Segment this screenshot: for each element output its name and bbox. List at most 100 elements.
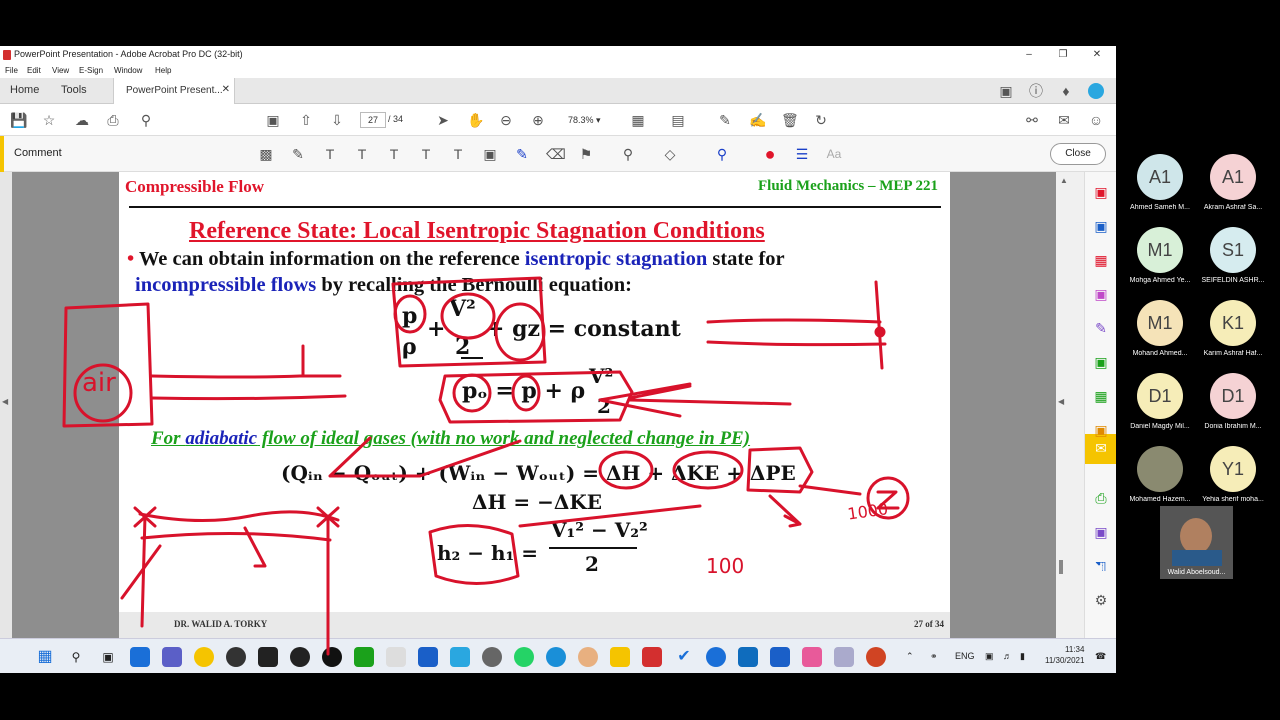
add-text-icon[interactable]: T — [450, 146, 466, 162]
page-number-input[interactable]: 27 — [360, 112, 386, 128]
task-view-icon[interactable]: ▣ — [98, 647, 118, 667]
textbox-icon[interactable]: ▣ — [482, 146, 498, 162]
close-window-icon[interactable]: ✕ — [1088, 48, 1106, 62]
share-screen-icon[interactable]: ▣ — [998, 83, 1014, 99]
bookmark-star-icon[interactable]: ☆ — [41, 112, 57, 128]
account-icon[interactable] — [1088, 83, 1104, 99]
participant-tile[interactable]: Mohamed Hazem... — [1125, 446, 1195, 503]
prev-page-icon[interactable]: ⇧ — [298, 112, 314, 128]
color-picker-icon[interactable]: ● — [762, 145, 778, 163]
help-icon[interactable]: ⓘ — [1028, 83, 1044, 99]
email-icon[interactable]: ✉ — [1056, 112, 1072, 128]
menu-file[interactable]: File — [5, 66, 18, 75]
mail-icon[interactable] — [770, 647, 790, 667]
participant-tile[interactable]: D1 Daniel Magdy Mil... — [1125, 373, 1195, 430]
self-video-tile[interactable]: Walid Aboelsoud... — [1160, 506, 1233, 579]
shapes-icon[interactable]: ◇ — [662, 146, 678, 162]
notepad-icon[interactable] — [834, 647, 854, 667]
outlook-icon[interactable] — [738, 647, 758, 667]
strikethrough-icon[interactable]: T — [354, 146, 370, 162]
font-size-icon[interactable]: Aa — [826, 146, 842, 162]
participant-tile[interactable]: M1 Mohga Ahmed Ye... — [1125, 227, 1195, 284]
stamp-icon[interactable]: ⚑ — [578, 146, 594, 162]
onedrive-icon[interactable] — [706, 647, 726, 667]
create-pdf-icon[interactable]: ▣ — [1091, 182, 1111, 202]
tab-document[interactable]: PowerPoint Present... ✕ — [113, 78, 235, 104]
app-1-icon[interactable] — [322, 647, 342, 667]
photos-icon[interactable] — [450, 647, 470, 667]
todo-icon[interactable]: ✔ — [674, 647, 694, 667]
enhance-scan-icon[interactable]: ▣ — [1091, 352, 1111, 372]
left-nav-gutter[interactable]: ◀ — [0, 172, 12, 638]
link-icon[interactable]: ⚯ — [1024, 112, 1040, 128]
itunes-icon[interactable] — [386, 647, 406, 667]
network-icon[interactable]: ▣ — [985, 651, 994, 662]
menu-window[interactable]: Window — [114, 66, 142, 75]
more-tools-icon[interactable]: ⚙ — [1091, 590, 1111, 610]
fill-sign-pane-icon[interactable]: ✎ — [1091, 318, 1111, 338]
delete-icon[interactable]: 🗑 — [781, 112, 799, 128]
insert-text-icon[interactable]: T — [418, 146, 434, 162]
participant-tile[interactable]: A1 Ahmed Sameh M... — [1125, 154, 1195, 211]
organize-pages-icon[interactable]: ▦ — [1091, 250, 1111, 270]
edge-icon[interactable] — [546, 647, 566, 667]
battery-icon[interactable]: ▮ — [1020, 651, 1025, 662]
participant-tile[interactable]: M1 Mohand Ahmed... — [1125, 300, 1195, 357]
fit-page-icon[interactable]: ▦ — [630, 112, 646, 128]
menu-help[interactable]: Help — [155, 66, 171, 75]
tab-close-icon[interactable]: ✕ — [222, 84, 230, 95]
rotate-icon[interactable]: ↻ — [813, 112, 829, 128]
participant-tile[interactable]: S1 SEIFELDIN ASHR... — [1198, 227, 1268, 284]
participant-tile[interactable]: A1 Akram Ashraf Sa... — [1198, 154, 1268, 211]
edit-pdf-icon[interactable]: ▣ — [1091, 284, 1111, 304]
bell-icon[interactable]: ♦ — [1058, 83, 1074, 99]
next-page-icon[interactable]: ⇩ — [329, 112, 345, 128]
zoom-level-select[interactable]: 78.3% ▾ — [560, 112, 612, 128]
zoom-out-icon[interactable]: ⊖ — [498, 112, 514, 128]
scroll-mode-icon[interactable]: ▤ — [670, 112, 686, 128]
replace-text-icon[interactable]: T — [386, 146, 402, 162]
search-user-icon[interactable]: ☺ — [1088, 112, 1104, 128]
tab-home[interactable]: Home — [10, 84, 39, 96]
eraser-icon[interactable]: ⌫ — [546, 146, 566, 162]
redact-icon[interactable]: ▣ — [1091, 522, 1111, 542]
sticky-note-icon[interactable]: ▩ — [258, 146, 274, 162]
powerpoint-icon[interactable] — [866, 647, 886, 667]
hand-tool-icon[interactable]: ✋ — [467, 112, 484, 128]
maximize-icon[interactable]: ❐ — [1054, 48, 1072, 62]
select-cursor-icon[interactable]: ➤ — [435, 112, 451, 128]
snapshot-icon[interactable]: ▣ — [265, 112, 281, 128]
paint-icon[interactable] — [802, 647, 822, 667]
tray-chevron-icon[interactable]: ⌃ — [906, 651, 914, 662]
protect-pdf-icon[interactable]: ▣ — [1091, 420, 1111, 440]
sign-icon[interactable]: ✎ — [717, 112, 733, 128]
scroll-up-icon[interactable]: ▲ — [1060, 176, 1068, 185]
expand-left-icon[interactable]: ◀ — [2, 397, 8, 406]
upload-icon[interactable]: ☁ — [74, 112, 90, 128]
settings-icon[interactable] — [482, 647, 502, 667]
file-explorer-icon[interactable] — [610, 647, 630, 667]
close-comment-button[interactable]: Close — [1050, 143, 1106, 165]
app-dark-icon[interactable] — [258, 647, 278, 667]
language-indicator[interactable]: ENG — [955, 651, 975, 661]
highlight-icon[interactable]: ✎ — [290, 146, 306, 162]
whatsapp-icon[interactable] — [514, 647, 534, 667]
app-u-icon[interactable] — [226, 647, 246, 667]
save-icon[interactable]: 💾 — [10, 112, 27, 128]
participant-tile[interactable]: D1 Donia Ibrahim M... — [1198, 373, 1268, 430]
collapse-right-icon[interactable]: ◀ — [1058, 397, 1064, 406]
participant-tile[interactable]: Y1 Yehia sherif moha... — [1198, 446, 1268, 503]
tab-tools[interactable]: Tools — [61, 84, 87, 96]
teams-icon[interactable] — [162, 647, 182, 667]
export-pdf-icon[interactable]: ▣ — [1091, 216, 1111, 236]
zoom-in-icon[interactable]: ⊕ — [530, 112, 546, 128]
print-icon[interactable]: ⎙ — [105, 112, 121, 128]
menu-view[interactable]: View — [52, 66, 69, 75]
underline-text-icon[interactable]: T — [322, 146, 338, 162]
attach-icon[interactable]: ⚲ — [620, 146, 636, 162]
volume-icon[interactable]: ♬ — [1003, 651, 1012, 661]
find-icon[interactable]: ⚲ — [138, 112, 154, 128]
comment-pane-icon[interactable]: ✉ — [1091, 438, 1111, 458]
participant-tile[interactable]: K1 Karim Ashraf Haf... — [1198, 300, 1268, 357]
compare-icon[interactable]: ▦ — [1091, 386, 1111, 406]
